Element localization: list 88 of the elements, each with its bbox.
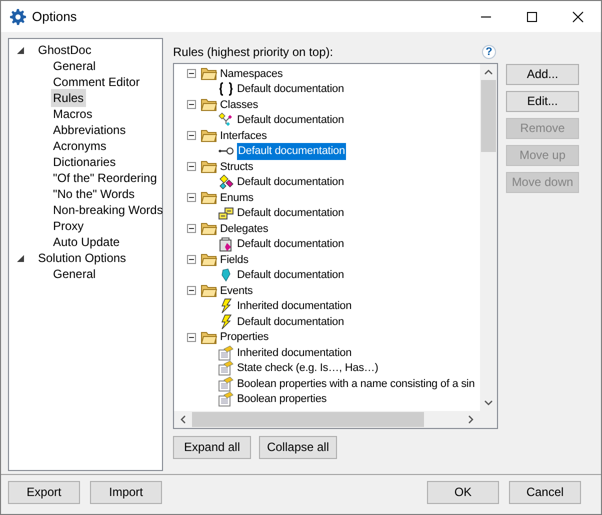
tree-item[interactable]: Proxy bbox=[53, 217, 84, 235]
tree-item[interactable]: Classes bbox=[220, 96, 258, 113]
tree-item[interactable]: Auto Update bbox=[53, 233, 120, 251]
tree-item[interactable]: Properties bbox=[220, 329, 269, 346]
collapse-icon[interactable] bbox=[187, 162, 196, 172]
dialog-button[interactable]: Cancel bbox=[509, 481, 581, 504]
tree-item[interactable]: Boolean properties bbox=[237, 391, 327, 408]
tree-item[interactable]: Macros bbox=[53, 105, 92, 123]
collapse-icon[interactable] bbox=[187, 193, 196, 202]
collapse-icon[interactable] bbox=[187, 100, 196, 110]
folder-icon bbox=[201, 191, 217, 204]
tree-item[interactable]: Namespaces bbox=[220, 66, 283, 82]
tree-item[interactable]: Rules bbox=[51, 89, 86, 107]
tree-item[interactable]: "No the" Words bbox=[53, 185, 135, 203]
tree-item[interactable]: Delegates bbox=[220, 220, 268, 237]
folder-icon bbox=[201, 98, 217, 112]
dialog-button[interactable]: OK bbox=[427, 481, 499, 504]
folder-icon bbox=[201, 67, 217, 80]
tree-item[interactable]: Default documentation bbox=[237, 267, 344, 284]
gear-icon bbox=[10, 8, 26, 24]
tree-item[interactable]: "Of the" Reordering bbox=[53, 169, 157, 187]
tree-item[interactable]: Dictionaries bbox=[53, 153, 116, 171]
footer-button[interactable]: Export bbox=[8, 481, 80, 504]
window-title: Options bbox=[32, 8, 77, 26]
collapse-icon[interactable] bbox=[187, 332, 196, 342]
tree-item[interactable]: General bbox=[53, 57, 96, 75]
tree-item[interactable]: Default documentation bbox=[237, 236, 344, 252]
tree-item[interactable]: Interfaces bbox=[220, 128, 267, 144]
tree-item[interactable]: Inherited documentation bbox=[237, 344, 352, 361]
tree-item[interactable]: Default documentation bbox=[237, 81, 344, 98]
property-icon bbox=[218, 376, 234, 392]
diamonds-icon bbox=[218, 174, 234, 190]
tree-item[interactable]: Default documentation bbox=[237, 205, 344, 222]
vertical-scrollbar[interactable] bbox=[480, 64, 497, 411]
rules-label: Rules (highest priority on top): bbox=[173, 44, 334, 61]
tree-item[interactable]: Default documentation bbox=[237, 143, 346, 160]
help-icon[interactable]: ? bbox=[482, 45, 496, 59]
collapse-icon[interactable] bbox=[187, 131, 196, 140]
class-icon bbox=[218, 112, 234, 128]
tree-item[interactable]: General bbox=[53, 265, 96, 283]
scroll-left-icon[interactable] bbox=[180, 415, 186, 424]
expanded-arrow-icon[interactable] bbox=[17, 254, 24, 262]
tree-item[interactable]: Structs bbox=[220, 158, 254, 175]
tree-item[interactable]: Fields bbox=[220, 252, 248, 268]
folder-icon bbox=[201, 284, 217, 298]
scrollbar-thumb[interactable] bbox=[192, 412, 424, 427]
footer-button[interactable]: Import bbox=[90, 481, 162, 504]
tree-item[interactable]: State check (e.g. Is…, Has…) bbox=[237, 360, 378, 376]
enum-icon bbox=[218, 205, 234, 222]
tree-item[interactable]: Events bbox=[220, 282, 253, 299]
horizontal-scrollbar[interactable] bbox=[174, 411, 480, 428]
tree-item[interactable]: Boolean properties with a name consisting of a sin bbox=[237, 376, 475, 392]
tree-item[interactable]: GhostDoc bbox=[38, 41, 92, 59]
rule-action-button[interactable]: Edit... bbox=[506, 91, 579, 112]
tree-item[interactable]: Inherited documentation bbox=[237, 298, 352, 314]
tree-item[interactable]: Enums bbox=[220, 190, 254, 206]
collapse-icon[interactable] bbox=[187, 286, 196, 296]
scroll-down-icon[interactable] bbox=[484, 400, 493, 406]
property-icon bbox=[218, 391, 234, 408]
tree-item[interactable]: Solution Options bbox=[38, 249, 126, 267]
scrollbar-thumb[interactable] bbox=[481, 80, 496, 152]
tree-toggle-button[interactable]: Collapse all bbox=[259, 436, 337, 459]
tree-item[interactable]: Comment Editor bbox=[53, 73, 140, 91]
folder-icon bbox=[201, 129, 217, 142]
collapse-icon[interactable] bbox=[187, 224, 196, 234]
tree-item[interactable]: Default documentation bbox=[237, 314, 344, 330]
maximize-icon bbox=[526, 10, 538, 22]
property-icon bbox=[218, 344, 234, 361]
folder-icon bbox=[201, 160, 217, 174]
scroll-up-icon[interactable] bbox=[484, 69, 493, 75]
folder-icon bbox=[201, 222, 217, 236]
tree-item[interactable]: Default documentation bbox=[237, 174, 344, 190]
tree-item[interactable]: Default documentation bbox=[237, 112, 344, 128]
delegate-icon bbox=[218, 236, 234, 252]
rule-action-button[interactable]: Add... bbox=[506, 64, 579, 85]
property-icon bbox=[218, 360, 234, 376]
expanded-arrow-icon[interactable] bbox=[17, 46, 24, 54]
scroll-right-icon[interactable] bbox=[468, 415, 474, 424]
collapse-icon[interactable] bbox=[187, 69, 196, 78]
folder-icon bbox=[201, 253, 217, 266]
braces-icon bbox=[218, 81, 234, 98]
close-icon bbox=[572, 10, 584, 22]
tree-item[interactable]: Non-breaking Words bbox=[53, 201, 163, 219]
tree-toggle-button[interactable]: Expand all bbox=[173, 436, 251, 459]
tree-item[interactable]: Abbreviations bbox=[53, 121, 126, 139]
tree-item[interactable]: Acronyms bbox=[53, 137, 106, 155]
collapse-icon[interactable] bbox=[187, 255, 196, 264]
folder-icon bbox=[201, 330, 217, 344]
